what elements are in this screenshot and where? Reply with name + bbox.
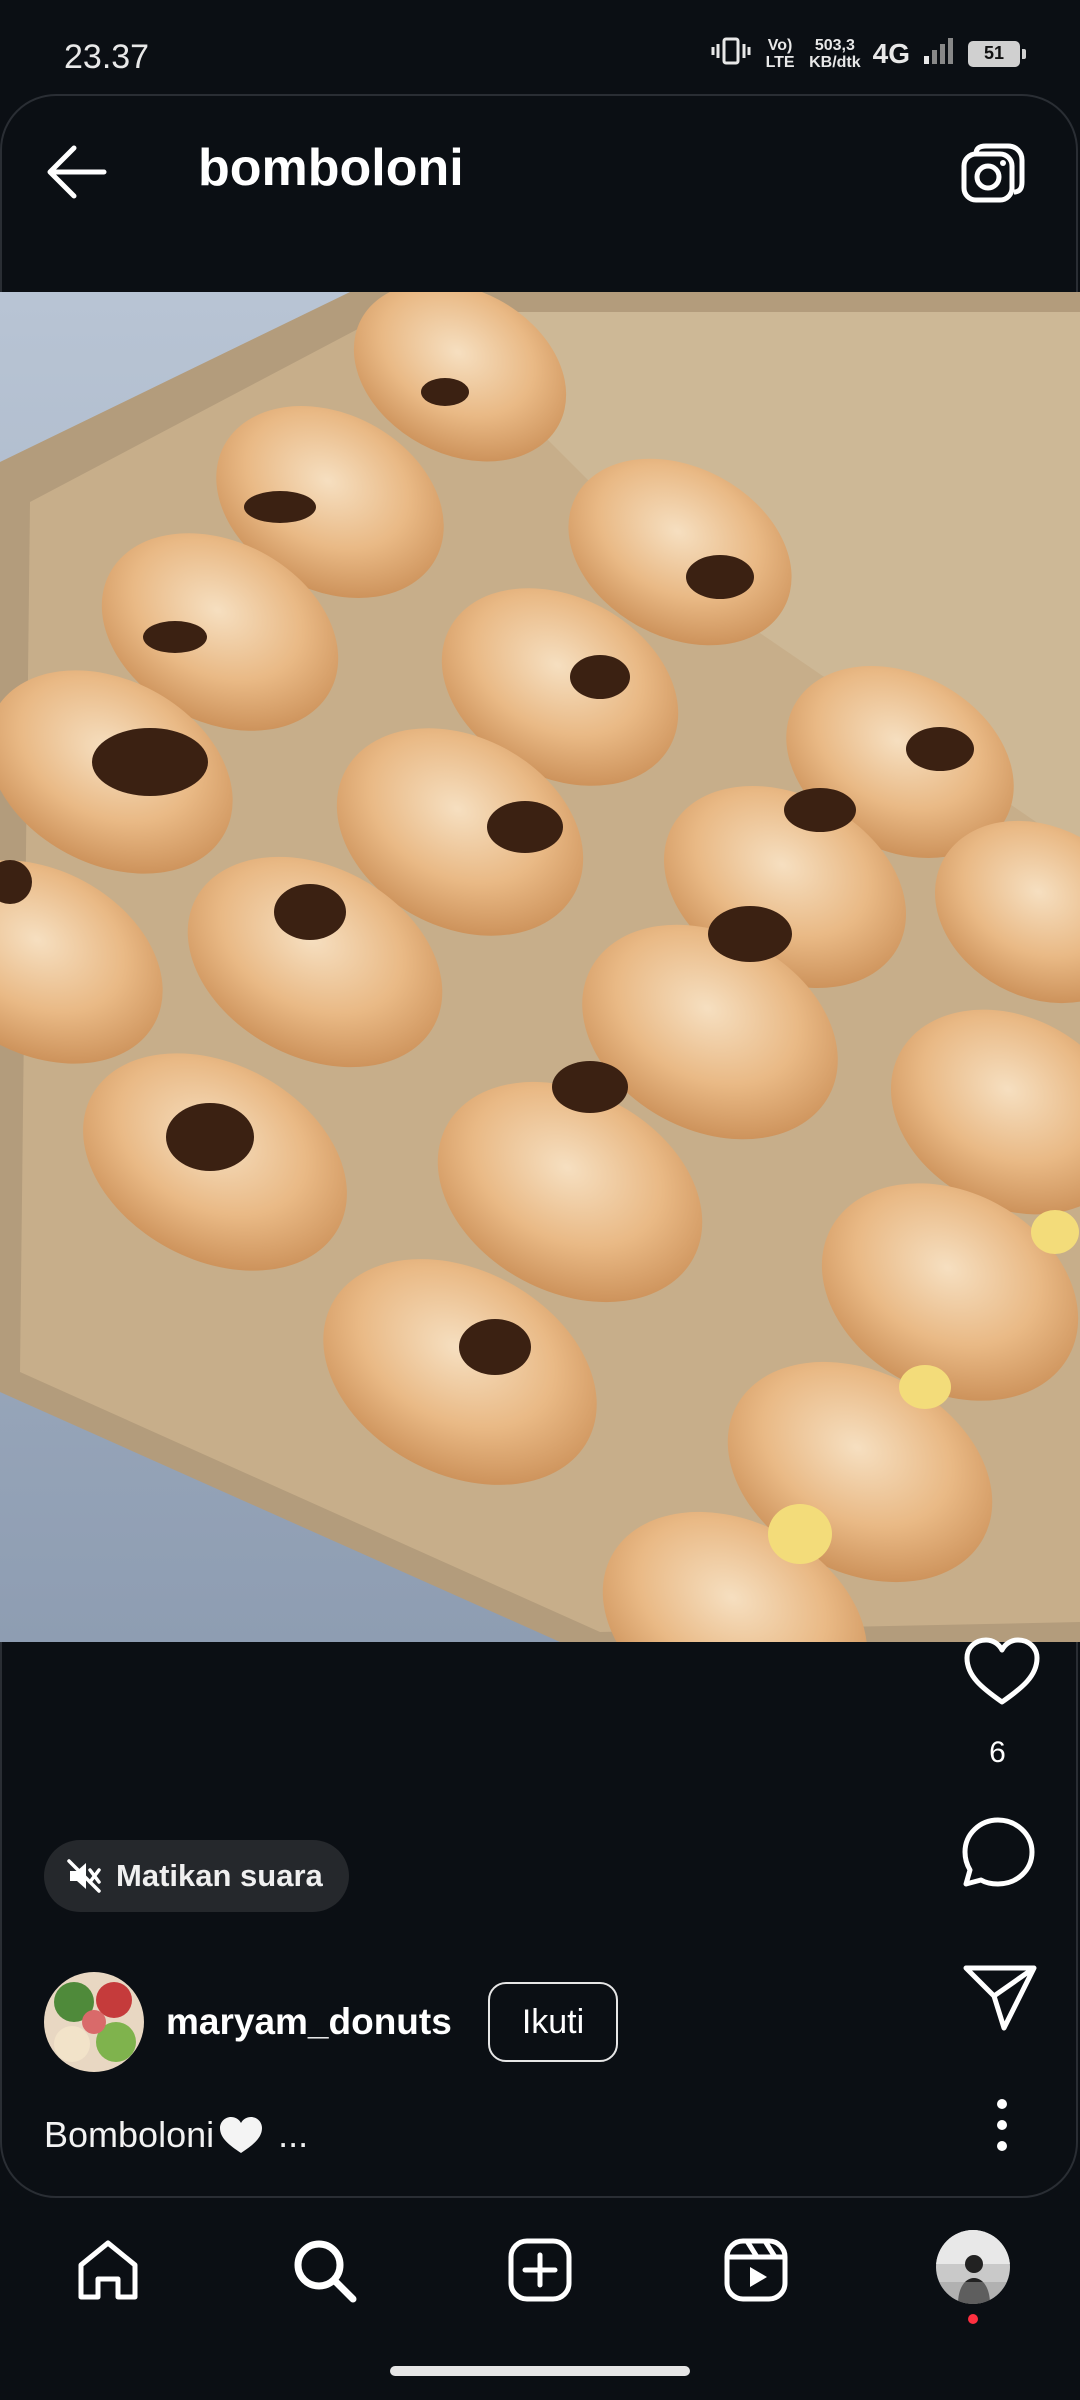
author-avatar[interactable] [44, 1972, 144, 2072]
network-type: 4G [872, 37, 910, 69]
comment-icon [962, 1817, 1035, 1887]
author-row: maryam_donuts Ikuti [44, 1972, 619, 2072]
speed-unit: KB/dtk [809, 53, 861, 71]
post-caption[interactable]: Bomboloni ... [44, 2114, 308, 2156]
like-button[interactable] [962, 1636, 1042, 1708]
notification-dot [968, 2314, 978, 2324]
signal-icon [922, 36, 956, 71]
home-icon [78, 2240, 138, 2300]
follow-button[interactable]: Ikuti [487, 1982, 619, 2062]
caption-more[interactable]: ... [278, 2114, 308, 2156]
home-indicator[interactable] [390, 2366, 690, 2376]
vibrate-icon [711, 36, 751, 71]
nav-reels[interactable] [716, 2230, 796, 2310]
status-indicators: Vo) LTE 503,3 KB/dtk 4G 51 [711, 36, 1026, 71]
mute-toggle[interactable]: Matikan suara [44, 1840, 349, 1912]
status-time: 23.37 [64, 38, 150, 76]
nav-search[interactable] [284, 2230, 364, 2310]
search-icon [294, 2240, 357, 2303]
back-button[interactable] [40, 140, 112, 204]
nav-home[interactable] [68, 2230, 148, 2310]
author-username[interactable]: maryam_donuts [166, 2001, 452, 2043]
status-bar: 23.37 Vo) LTE 503,3 KB/dtk 4G 51 [0, 0, 1080, 96]
volte-label: Vo) LTE [765, 36, 795, 71]
page-title: bomboloni [198, 139, 464, 197]
donut-photo [0, 292, 1080, 1642]
mute-label: Matikan suara [116, 1858, 323, 1893]
heart-icon [964, 1637, 1040, 1705]
share-button[interactable] [960, 1960, 1040, 2034]
white-heart-icon [220, 2117, 263, 2153]
post-image[interactable] [0, 292, 1080, 1642]
more-options-button[interactable] [982, 2090, 1022, 2160]
reels-icon [724, 2238, 788, 2302]
camera-icon [961, 143, 1025, 203]
arrow-left-icon [47, 145, 107, 199]
speaker-muted-icon [67, 1859, 101, 1893]
comment-button[interactable] [960, 1814, 1040, 1894]
profile-avatar [936, 2230, 1010, 2304]
speed-value: 503,3 [814, 36, 855, 54]
nav-create[interactable] [500, 2230, 580, 2310]
nav-profile[interactable] [936, 2230, 1010, 2304]
caption-text: Bomboloni [44, 2114, 215, 2155]
more-vertical-icon [997, 2099, 1007, 2151]
send-icon [963, 1965, 1037, 2031]
create-icon [508, 2238, 572, 2302]
camera-button[interactable] [958, 140, 1028, 210]
network-speed: 503,3 KB/dtk [809, 37, 861, 71]
like-count[interactable]: 6 [940, 1736, 1055, 1770]
battery-indicator: 51 [968, 40, 1026, 67]
